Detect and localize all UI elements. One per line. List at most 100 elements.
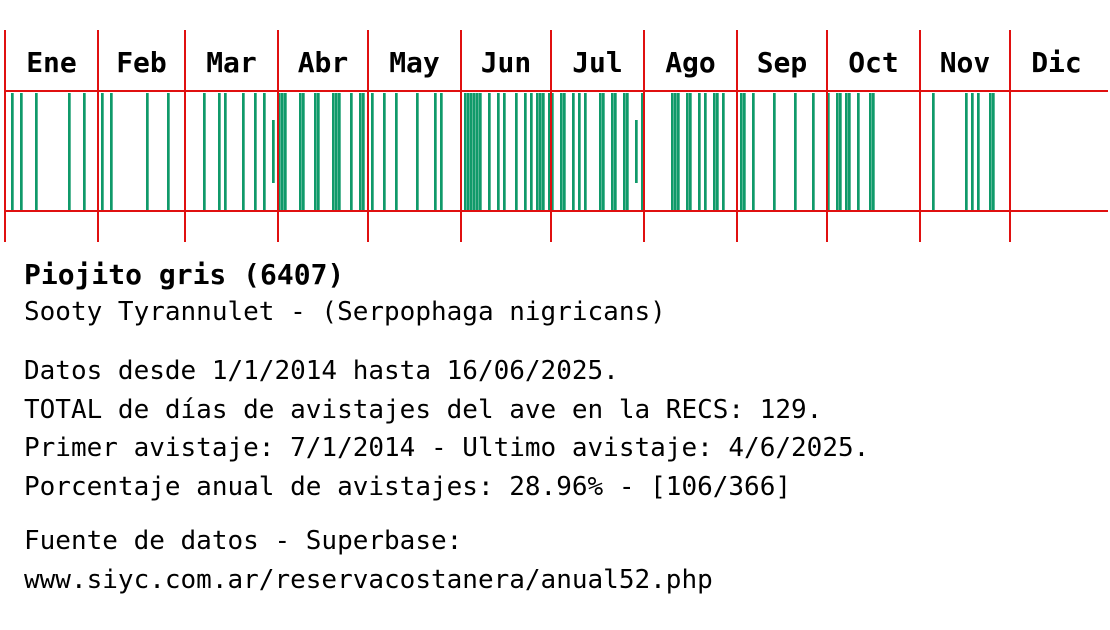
sighting-bar bbox=[395, 93, 398, 210]
sighting-bar bbox=[68, 93, 71, 210]
sighting-bar bbox=[281, 93, 284, 210]
sighting-bar bbox=[602, 93, 605, 210]
sighting-bar bbox=[503, 93, 506, 210]
sighting-bar bbox=[845, 93, 848, 210]
sighting-bar bbox=[584, 93, 587, 210]
sighting-bar bbox=[146, 93, 149, 210]
sighting-bar bbox=[773, 93, 776, 210]
sighting-bar bbox=[332, 93, 335, 210]
total-days-line: TOTAL de días de avistajes del ave en la… bbox=[24, 394, 823, 425]
sighting-bar bbox=[434, 93, 437, 210]
month-label-ago: Ago bbox=[665, 46, 716, 79]
sighting-bar bbox=[560, 93, 563, 210]
sighting-bar bbox=[467, 93, 470, 210]
sighting-bar bbox=[599, 93, 602, 210]
sighting-bar bbox=[302, 93, 305, 210]
month-label-oct: Oct bbox=[848, 46, 899, 79]
sighting-bar bbox=[464, 93, 467, 210]
sighting-bar bbox=[530, 93, 533, 210]
sighting-bar bbox=[383, 93, 386, 210]
sighting-bar bbox=[794, 93, 797, 210]
sighting-bar bbox=[299, 93, 302, 210]
sighting-bar bbox=[524, 93, 527, 210]
sighting-bar bbox=[359, 93, 362, 210]
sighting-bar bbox=[371, 93, 374, 210]
sighting-bar bbox=[563, 93, 566, 210]
sighting-bar bbox=[263, 93, 266, 210]
sighting-bar bbox=[848, 93, 851, 210]
sighting-bar bbox=[314, 93, 317, 210]
sighting-bar bbox=[869, 93, 872, 210]
sighting-bar bbox=[857, 93, 860, 210]
sighting-bar bbox=[623, 93, 626, 210]
month-label-abr: Abr bbox=[298, 46, 349, 79]
sighting-bar bbox=[476, 93, 479, 210]
sighting-bar bbox=[752, 93, 755, 210]
sighting-bar bbox=[350, 93, 353, 210]
month-label-nov: Nov bbox=[940, 46, 991, 79]
sighting-bars bbox=[11, 93, 995, 210]
sighting-bar bbox=[317, 93, 320, 210]
stats-block: Datos desde 1/1/2014 hasta 16/06/2025. T… bbox=[24, 352, 1104, 506]
sighting-bar bbox=[338, 93, 341, 210]
sighting-bar bbox=[977, 93, 980, 210]
sighting-bar bbox=[992, 93, 995, 210]
month-label-feb: Feb bbox=[116, 46, 167, 79]
sighting-bar bbox=[101, 93, 104, 210]
sighting-bar bbox=[440, 93, 443, 210]
month-label-dic: Dic bbox=[1031, 46, 1082, 79]
source-url: www.siyc.com.ar/reservacostanera/anual52… bbox=[24, 564, 713, 595]
month-label-ene: Ene bbox=[26, 46, 77, 79]
sighting-bar bbox=[488, 93, 491, 210]
sighting-bar bbox=[839, 93, 842, 210]
sighting-bar-partial bbox=[635, 120, 638, 183]
sighting-bar bbox=[536, 93, 539, 210]
sighting-bar bbox=[971, 93, 974, 210]
sighting-bar bbox=[611, 93, 614, 210]
month-label-jul: Jul bbox=[572, 46, 623, 79]
annual-sightings-chart: Ene Feb Mar Abr May Jun Jul Ago Sep Oct Nov Dic bbox=[4, 30, 1108, 242]
sighting-bar bbox=[254, 93, 257, 210]
first-last-sighting-line: Primer avistaje: 7/1/2014 - Ultimo avist… bbox=[24, 433, 870, 463]
sighting-bar bbox=[674, 93, 677, 210]
sighting-bar bbox=[671, 93, 674, 210]
sighting-bar bbox=[686, 93, 689, 210]
sighting-bar bbox=[203, 93, 206, 210]
month-label-sep: Sep bbox=[757, 46, 808, 79]
sighting-bar bbox=[740, 93, 743, 210]
species-info: Piojito gris (6407) Sooty Tyrannulet - (… bbox=[24, 256, 1104, 599]
sighting-bar bbox=[614, 93, 617, 210]
sighting-bar bbox=[35, 93, 38, 210]
sighting-bar bbox=[626, 93, 629, 210]
sighting-bar bbox=[473, 93, 476, 210]
annual-percentage-line: Porcentaje anual de avistajes: 28.96% - … bbox=[24, 471, 792, 502]
month-label-jun: Jun bbox=[481, 46, 532, 79]
sighting-bar bbox=[698, 93, 701, 210]
sighting-bar bbox=[284, 93, 287, 210]
sighting-bar bbox=[812, 93, 815, 210]
sighting-bar bbox=[542, 93, 545, 210]
sighting-bar bbox=[713, 93, 716, 210]
sighting-bar bbox=[362, 93, 365, 210]
sighting-bar bbox=[83, 93, 86, 210]
month-label-mar: Mar bbox=[206, 46, 257, 79]
sighting-bar bbox=[989, 93, 992, 210]
sighting-bar bbox=[743, 93, 746, 210]
sighting-bar bbox=[872, 93, 875, 210]
sighting-bar bbox=[497, 93, 500, 210]
sighting-bar bbox=[716, 93, 719, 210]
sighting-bar bbox=[932, 93, 935, 210]
sighting-bar bbox=[110, 93, 113, 210]
sighting-bar bbox=[677, 93, 680, 210]
sighting-bar bbox=[965, 93, 968, 210]
sighting-bar bbox=[242, 93, 245, 210]
sighting-bar-partial bbox=[272, 120, 275, 183]
date-range-line: Datos desde 1/1/2014 hasta 16/06/2025. bbox=[24, 356, 619, 386]
sighting-bar bbox=[578, 93, 581, 210]
month-label-may: May bbox=[389, 46, 440, 79]
sighting-bar bbox=[335, 93, 338, 210]
sighting-bar bbox=[470, 93, 473, 210]
sighting-bar bbox=[11, 93, 14, 210]
sighting-bar bbox=[416, 93, 419, 210]
sighting-bar bbox=[224, 93, 227, 210]
